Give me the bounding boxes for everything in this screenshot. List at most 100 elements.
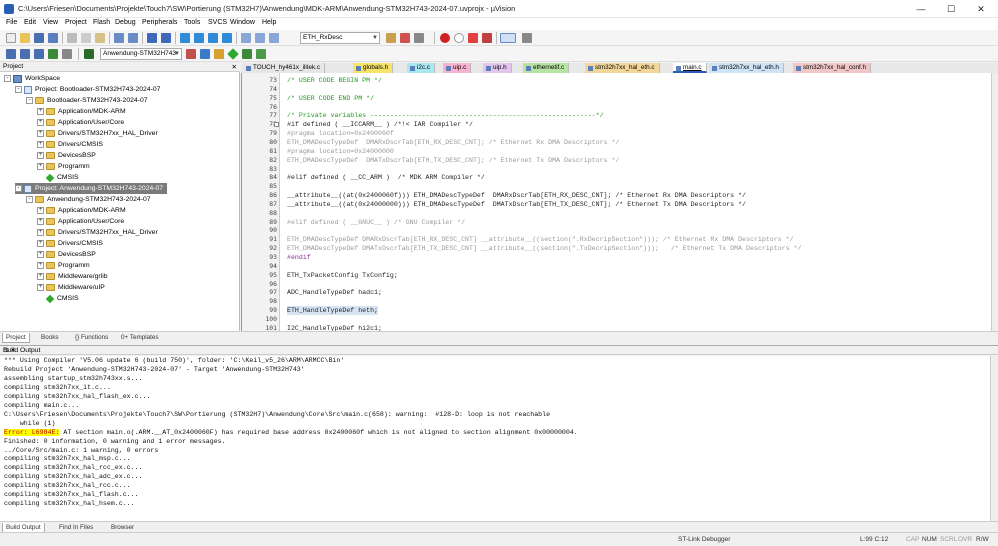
code-line[interactable]: ETH_DMADescTypeDef DMARxDscrTab[ETH_RX_D… <box>287 138 619 147</box>
expand-icon[interactable]: + <box>37 273 44 280</box>
code-line[interactable]: __attribute__((at(0x24000000))) ETH_DMAD… <box>287 200 746 209</box>
prev-bookmark-icon[interactable] <box>194 33 204 43</box>
menu-debug[interactable]: Debug <box>115 19 136 26</box>
tree-node[interactable]: + Middleware/uIP <box>37 282 105 293</box>
editor-tab[interactable]: ethernetif.c <box>523 63 570 73</box>
expand-icon[interactable]: + <box>37 240 44 247</box>
manage-components-icon[interactable] <box>200 49 210 59</box>
tree-node[interactable]: - Project: Bootloader-STM32H743-2024-07 <box>15 84 160 95</box>
next-bookmark-icon[interactable] <box>208 33 218 43</box>
breakpoint-margin[interactable] <box>280 73 286 331</box>
tree-node[interactable]: + Application/User/Core <box>37 117 124 128</box>
close-button[interactable]: ✕ <box>966 0 996 18</box>
bookmark-icon[interactable] <box>180 33 190 43</box>
expand-icon[interactable]: + <box>37 218 44 225</box>
pack-installer-icon[interactable] <box>242 49 252 59</box>
tab-books[interactable]: Books <box>38 333 62 343</box>
minimize-button[interactable]: — <box>906 0 936 18</box>
expand-icon[interactable]: + <box>37 207 44 214</box>
tab-functions[interactable]: {} Functions <box>72 333 111 343</box>
editor-tab[interactable]: globals.h <box>353 63 394 73</box>
expand-icon[interactable]: + <box>37 108 44 115</box>
editor-tab[interactable]: TOUCH_hy461x_ilitek.c <box>243 63 326 73</box>
tree-node[interactable]: CMSIS <box>37 293 79 304</box>
file-extensions-icon[interactable] <box>214 49 224 59</box>
collapse-icon[interactable]: - <box>26 196 33 203</box>
code-line[interactable]: /* USER CODE END PM */ <box>287 94 374 103</box>
expand-icon[interactable]: + <box>37 119 44 126</box>
breakpoint-icon[interactable] <box>454 33 464 43</box>
tree-node[interactable]: CMSIS <box>37 172 79 183</box>
code-line[interactable]: ETH_TxPacketConfig TxConfig; <box>287 271 398 280</box>
editor-tab[interactable]: stm32h7xx_hal_conf.h <box>793 63 872 73</box>
menu-edit[interactable]: Edit <box>24 19 36 26</box>
find-in-files-icon[interactable] <box>386 33 396 43</box>
kill-breakpoints-icon[interactable] <box>468 33 478 43</box>
close-icon[interactable]: ✕ <box>232 63 237 71</box>
menu-peripherals[interactable]: Peripherals <box>142 19 177 26</box>
new-file-icon[interactable] <box>6 33 16 43</box>
copy-icon[interactable] <box>81 33 91 43</box>
indent-icon[interactable] <box>241 33 251 43</box>
build-output-controls[interactable]: ⊡ ✕ <box>3 346 994 354</box>
open-file-icon[interactable] <box>20 33 30 43</box>
chevron-down-icon[interactable]: ▼ <box>372 33 378 43</box>
clear-bookmarks-icon[interactable] <box>222 33 232 43</box>
code-line[interactable]: ETH_HandleTypeDef heth; <box>287 306 379 316</box>
code-line[interactable]: #elif defined ( __GNUC__ ) /* GNU Compil… <box>287 218 465 227</box>
expand-icon[interactable]: + <box>37 141 44 148</box>
menu-file[interactable]: File <box>6 19 17 26</box>
tree-node[interactable]: - Project: Anwendung-STM32H743-2024-07 <box>15 183 168 194</box>
fold-toggle-icon[interactable] <box>274 122 279 128</box>
translate-icon[interactable] <box>6 49 16 59</box>
tree-node[interactable]: + Application/MDK-ARM <box>37 205 126 216</box>
download-icon[interactable] <box>84 49 94 59</box>
select-packs-icon[interactable] <box>256 49 266 59</box>
build-icon[interactable] <box>20 49 30 59</box>
paste-icon[interactable] <box>95 33 105 43</box>
code-line[interactable]: #elif defined ( __CC_ARM ) /* MDK ARM Co… <box>287 173 485 182</box>
tree-node[interactable]: + DevicesBSP <box>37 249 96 260</box>
code-line[interactable]: #pragma location=0x2400060f <box>287 129 394 138</box>
debug-start-icon[interactable] <box>440 33 450 43</box>
tree-node[interactable]: + Middleware/grlib <box>37 271 108 282</box>
menu-tools[interactable]: Tools <box>184 19 200 26</box>
tree-node[interactable]: - Anwendung-STM32H743-2024-07 <box>26 194 151 205</box>
menu-project[interactable]: Project <box>65 19 87 26</box>
tree-node[interactable]: - WorkSpace <box>4 73 60 84</box>
expand-icon[interactable]: + <box>37 163 44 170</box>
code-line[interactable]: /* USER CODE BEGIN PM */ <box>287 76 382 85</box>
target-combo[interactable]: Anwendung-STM32H743 ▼ <box>100 48 182 60</box>
editor-tab[interactable]: uip.h <box>483 63 512 73</box>
save-all-icon[interactable] <box>48 33 58 43</box>
batch-build-icon[interactable] <box>48 49 58 59</box>
expand-icon[interactable]: + <box>37 229 44 236</box>
tree-node[interactable]: + Programm <box>37 161 90 172</box>
redo-icon[interactable] <box>128 33 138 43</box>
code-line[interactable]: ETH_DMADescTypeDef DMATxDscrTab[ETH_TX_D… <box>287 244 801 253</box>
code-line[interactable]: ETH_DMADescTypeDef DMARxDscrTab[ETH_RX_D… <box>287 235 793 244</box>
undo-icon[interactable] <box>114 33 124 43</box>
editor-tab[interactable]: stm32h7xx_hal_eth.c <box>585 63 660 73</box>
build-output-scrollbar[interactable] <box>990 356 998 521</box>
menu-window[interactable]: Window <box>230 19 255 26</box>
target-options-icon[interactable] <box>186 49 196 59</box>
collapse-icon[interactable]: - <box>26 97 33 104</box>
code-line[interactable]: #pragma location=0x24000000 <box>287 147 394 156</box>
expand-icon[interactable]: + <box>37 284 44 291</box>
tree-node[interactable]: + Drivers/CMSIS <box>37 139 103 150</box>
tree-node[interactable]: + Drivers/STM32H7xx_HAL_Driver <box>37 227 158 238</box>
menu-view[interactable]: View <box>43 19 58 26</box>
tree-node[interactable]: + DevicesBSP <box>37 150 96 161</box>
rebuild-icon[interactable] <box>34 49 44 59</box>
editor-vertical-scrollbar[interactable] <box>991 73 998 331</box>
tree-node[interactable]: + Programm <box>37 260 90 271</box>
find-combo[interactable]: ETH_RxDesc ▼ <box>300 32 380 44</box>
nav-back-icon[interactable] <box>147 33 157 43</box>
collapse-icon[interactable]: - <box>15 86 22 93</box>
expand-icon[interactable]: + <box>37 262 44 269</box>
code-line[interactable]: ADC_HandleTypeDef hadc1; <box>287 288 382 297</box>
cut-icon[interactable] <box>67 33 77 43</box>
editor-tab[interactable]: stm32h7xx_hal_eth.h <box>709 63 784 73</box>
code-line[interactable]: #if defined ( __ICCARM__ ) /*!< IAR Comp… <box>287 120 473 129</box>
